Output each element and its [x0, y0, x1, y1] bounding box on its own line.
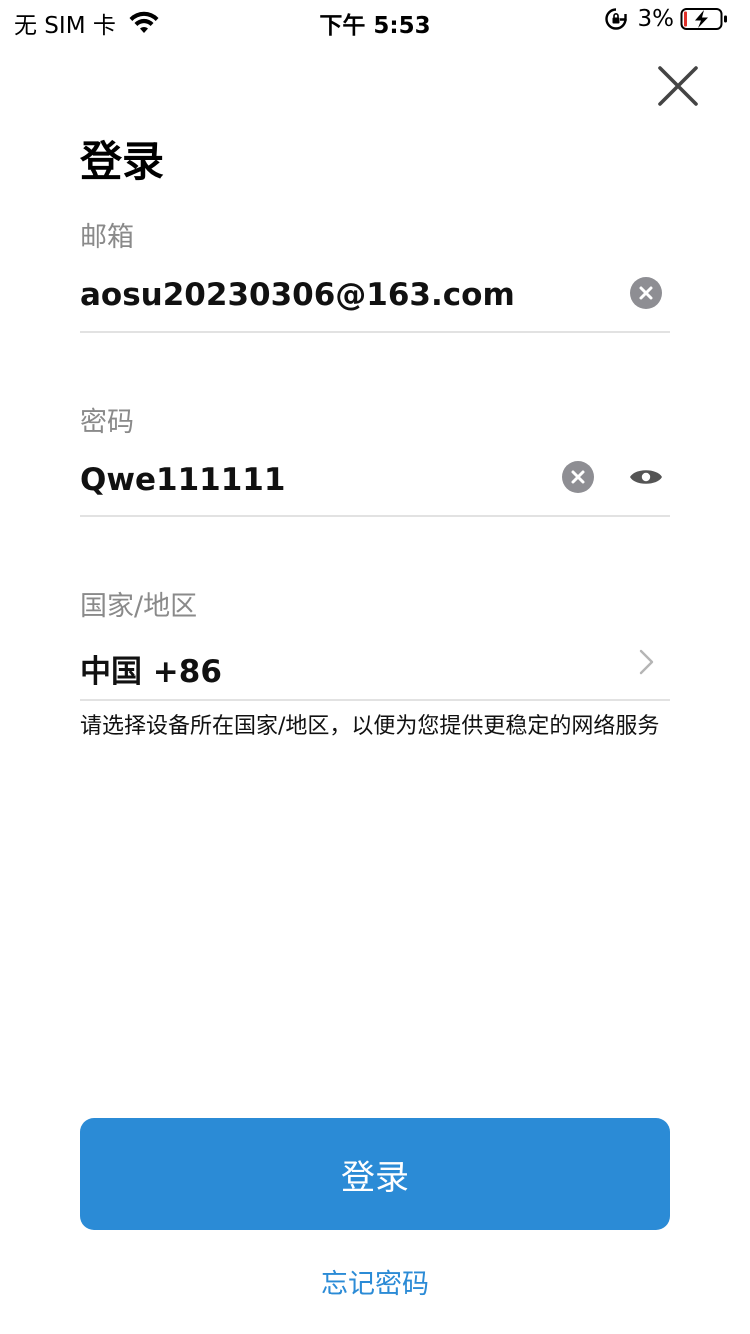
page-title: 登录 [80, 137, 165, 186]
status-right: 3% [604, 6, 729, 32]
password-field[interactable]: Qwe111111 [80, 462, 285, 498]
forgot-password-link[interactable]: 忘记密码 [0, 1262, 750, 1301]
email-field-group: 邮箱 aosu20230306@163.com [80, 215, 670, 335]
eye-icon[interactable] [629, 466, 663, 488]
orientation-lock-icon [604, 8, 627, 30]
password-divider [80, 515, 670, 517]
country-label: 国家/地区 [80, 591, 198, 622]
email-label: 邮箱 [80, 222, 134, 253]
battery-percent: 3% [637, 6, 675, 32]
country-select[interactable]: 中国 +86 [80, 646, 222, 691]
status-bar: 无 SIM 卡 下午 5:53 3% [0, 0, 750, 40]
email-clear-icon[interactable] [630, 277, 662, 309]
email-divider [80, 331, 670, 333]
password-clear-icon[interactable] [562, 461, 594, 493]
country-divider [80, 699, 670, 701]
email-field[interactable]: aosu20230306@163.com [80, 277, 515, 313]
password-field-group: 密码 Qwe111111 [80, 400, 670, 520]
password-label: 密码 [80, 407, 134, 438]
battery-charging-icon [680, 8, 727, 30]
country-hint: 请选择设备所在国家/地区，以便为您提供更稳定的网络服务 [80, 714, 660, 739]
chevron-right-icon[interactable] [638, 648, 656, 676]
country-field-group: 国家/地区 中国 +86 [80, 584, 670, 704]
login-button[interactable]: 登录 [80, 1118, 670, 1230]
close-icon[interactable] [650, 58, 706, 114]
